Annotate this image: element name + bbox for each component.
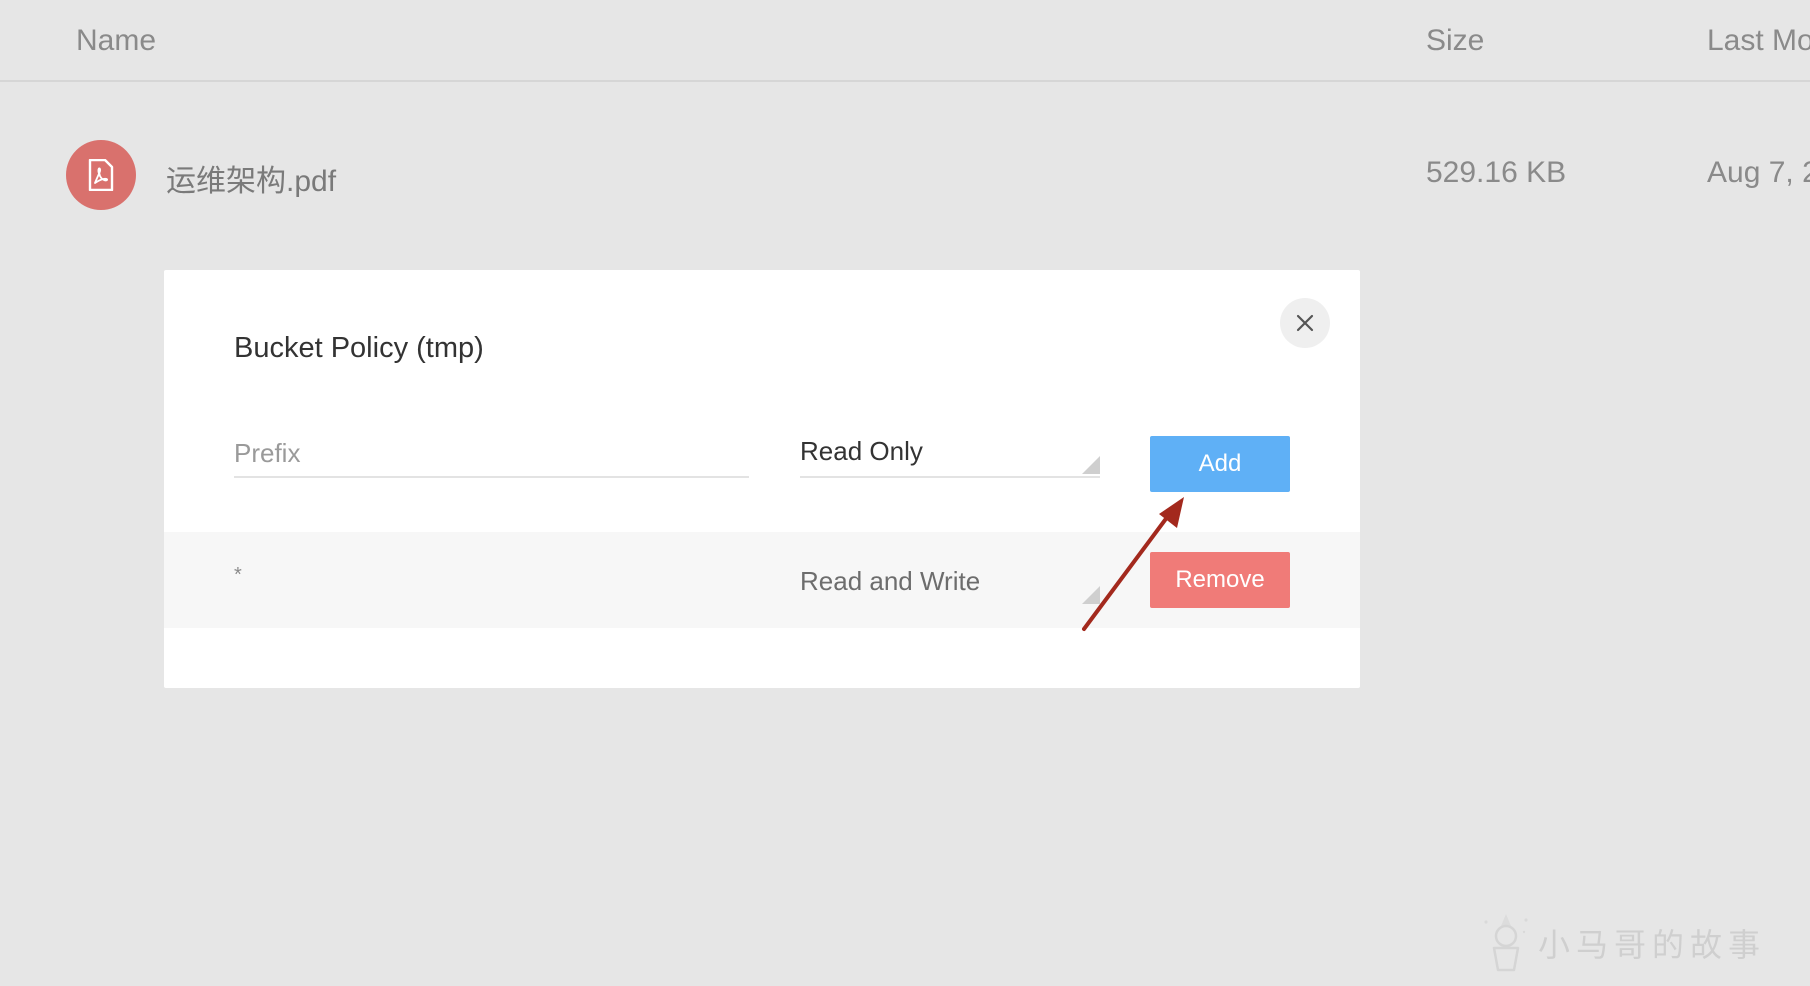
new-policy-permission-select[interactable]: Read Only [800, 430, 1100, 478]
file-name[interactable]: 运维架构.pdf [166, 156, 336, 200]
file-size: 529.16 KB [1426, 156, 1567, 189]
new-policy-permission-value: Read Only [800, 436, 923, 466]
caret-icon [1082, 586, 1100, 604]
policy-row: * Read and Write Remove [164, 532, 1360, 628]
file-row[interactable]: 运维架构.pdf 529.16 KB Aug 7, 2 [0, 120, 1810, 230]
pdf-icon [66, 140, 136, 210]
policy-permission-select[interactable]: Read and Write [800, 560, 1100, 608]
column-header-name[interactable]: Name [76, 24, 156, 58]
close-icon [1296, 314, 1314, 332]
add-button[interactable]: Add [1150, 436, 1290, 492]
watermark-text: 小马哥的故事 [1538, 926, 1767, 964]
column-header-size[interactable]: Size [1426, 24, 1484, 58]
watermark: 小马哥的故事 [1480, 912, 1766, 974]
policy-permission-value: Read and Write [800, 566, 981, 596]
mascot-logo-icon [1484, 914, 1528, 972]
file-last-modified: Aug 7, 2 [1707, 156, 1810, 189]
modal-title: Bucket Policy (tmp) [234, 332, 484, 364]
caret-icon [1082, 456, 1100, 474]
policy-prefix: * [234, 564, 242, 586]
bucket-policy-modal: Bucket Policy (tmp) Read Only Add * Read… [164, 270, 1360, 688]
prefix-input[interactable] [234, 430, 749, 478]
file-list-header: Name Size Last Mo [0, 0, 1810, 82]
remove-button[interactable]: Remove [1150, 552, 1290, 608]
column-header-last-modified[interactable]: Last Mo [1707, 24, 1810, 58]
close-button[interactable] [1280, 298, 1330, 348]
